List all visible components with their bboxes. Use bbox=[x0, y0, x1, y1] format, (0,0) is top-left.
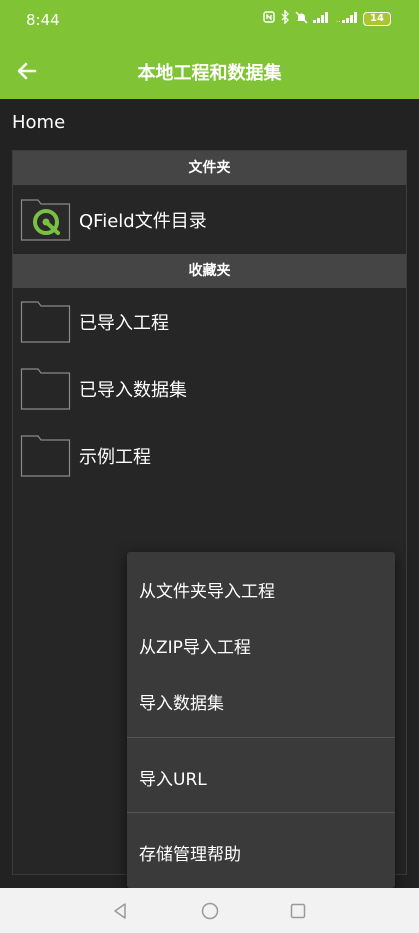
list-item-label: QField文件目录 bbox=[79, 211, 207, 232]
status-time: 8:44 bbox=[26, 11, 60, 29]
list-item-qfield-directory[interactable]: QField文件目录 bbox=[20, 198, 207, 242]
folder-icon bbox=[20, 367, 71, 411]
menu-item-storage-help[interactable]: 存储管理帮助 bbox=[139, 840, 241, 865]
back-triangle-icon[interactable] bbox=[110, 901, 130, 921]
list-item-sample-projects[interactable]: 示例工程 bbox=[20, 434, 151, 478]
status-icons: .. 14 bbox=[263, 9, 391, 27]
list-item-label: 已导入工程 bbox=[79, 313, 169, 334]
section-header-favorites: 收藏夹 bbox=[13, 254, 406, 288]
menu-item-import-project-from-folder[interactable]: 从文件夹导入工程 bbox=[139, 577, 275, 602]
signal-icon: .. bbox=[336, 11, 358, 26]
status-bar: 8:44 .. 14 bbox=[0, 0, 419, 42]
recents-square-icon[interactable] bbox=[288, 901, 308, 921]
list-item-imported-projects[interactable]: 已导入工程 bbox=[20, 300, 169, 344]
import-menu: 从文件夹导入工程 从ZIP导入工程 导入数据集 导入URL 存储管理帮助 bbox=[127, 552, 395, 888]
list-item-label: 示例工程 bbox=[79, 447, 151, 468]
menu-item-import-project-from-zip[interactable]: 从ZIP导入工程 bbox=[139, 633, 251, 658]
page-title: 本地工程和数据集 bbox=[137, 63, 282, 84]
list-item-label: 已导入数据集 bbox=[79, 380, 187, 401]
breadcrumb[interactable]: Home bbox=[12, 112, 65, 133]
list-item-imported-datasets[interactable]: 已导入数据集 bbox=[20, 367, 187, 411]
menu-divider bbox=[127, 737, 395, 738]
app-bar: 本地工程和数据集 bbox=[0, 42, 419, 99]
folder-icon bbox=[20, 434, 71, 478]
menu-item-import-dataset[interactable]: 导入数据集 bbox=[139, 689, 224, 714]
folder-icon bbox=[20, 300, 71, 344]
system-nav-bar bbox=[0, 888, 419, 933]
home-circle-icon[interactable] bbox=[200, 901, 220, 921]
menu-divider bbox=[127, 812, 395, 813]
svg-text:..: .. bbox=[336, 16, 340, 23]
battery-indicator: 14 bbox=[363, 11, 391, 26]
bluetooth-icon bbox=[280, 9, 290, 27]
section-header-folders: 文件夹 bbox=[13, 151, 406, 185]
qfield-logo-icon bbox=[20, 198, 71, 242]
mute-icon bbox=[295, 11, 308, 27]
menu-item-import-url[interactable]: 导入URL bbox=[139, 765, 207, 790]
signal-icon bbox=[313, 11, 331, 26]
nfc-icon bbox=[263, 11, 275, 26]
